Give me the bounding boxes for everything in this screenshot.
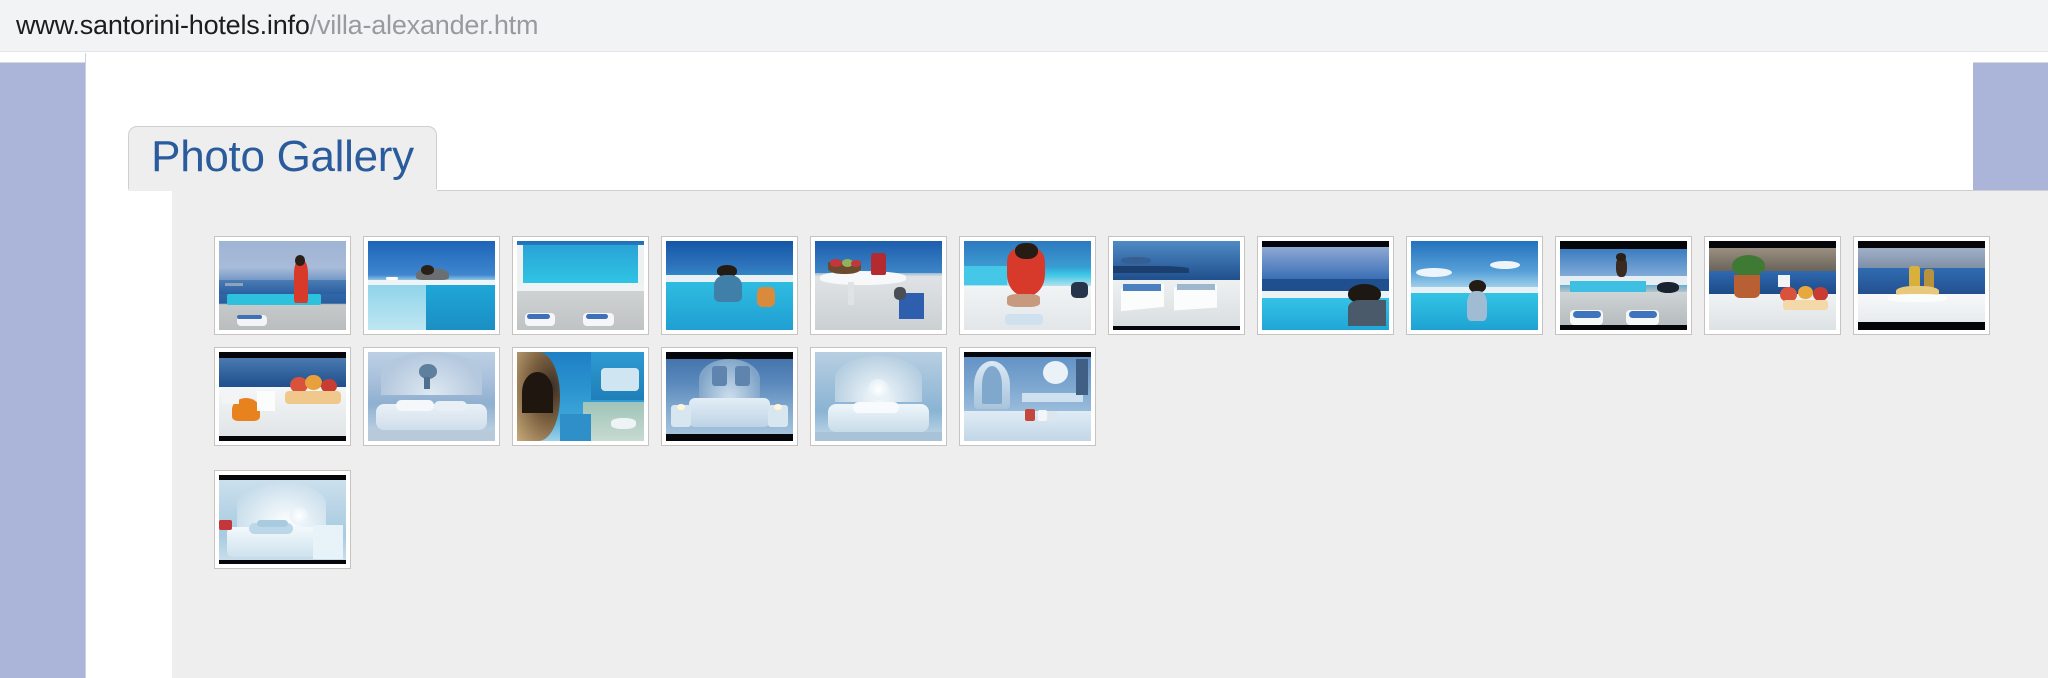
tab-panel-joint <box>128 189 437 191</box>
page-background: Photo Gallery <box>0 53 2048 678</box>
thumbnail-image-8 <box>1262 241 1389 330</box>
thumbnail-image-14 <box>368 352 495 441</box>
thumbnail-grid <box>214 236 2014 569</box>
thumbnail-image-17 <box>815 352 942 441</box>
gallery-thumbnail[interactable] <box>512 347 649 446</box>
thumbnail-image-5 <box>815 241 942 330</box>
gallery-thumbnail[interactable] <box>512 236 649 335</box>
gallery-thumbnail[interactable] <box>661 347 798 446</box>
gallery-thumbnail[interactable] <box>1555 236 1692 335</box>
thumbnail-image-10 <box>1560 241 1687 330</box>
gallery-thumbnail[interactable] <box>1853 236 1990 335</box>
thumbnail-image-15 <box>517 352 644 441</box>
thumbnail-image-13 <box>219 352 346 441</box>
thumbnail-image-11 <box>1709 241 1836 330</box>
tab-photo-gallery[interactable]: Photo Gallery <box>128 126 437 191</box>
thumbnail-image-4 <box>666 241 793 330</box>
thumbnail-image-3 <box>517 241 644 330</box>
thumbnail-image-2 <box>368 241 495 330</box>
gallery-panel <box>172 190 2048 678</box>
url-domain: www.santorini-hotels.info <box>16 10 310 40</box>
url-path: /villa-alexander.htm <box>309 10 539 40</box>
gallery-thumbnail[interactable] <box>214 470 351 569</box>
tab-label: Photo Gallery <box>151 132 414 181</box>
thumbnail-image-18 <box>964 352 1091 441</box>
gallery-thumbnail[interactable] <box>959 236 1096 335</box>
thumbnail-image-7 <box>1113 241 1240 330</box>
gallery-thumbnail[interactable] <box>810 347 947 446</box>
gallery-thumbnail[interactable] <box>363 236 500 335</box>
gallery-thumbnail[interactable] <box>959 347 1096 446</box>
gallery-thumbnail[interactable] <box>661 236 798 335</box>
thumbnail-image-9 <box>1411 241 1538 330</box>
gallery-thumbnail[interactable] <box>363 347 500 446</box>
gallery-thumbnail[interactable] <box>810 236 947 335</box>
browser-url-bar[interactable]: www.santorini-hotels.info/villa-alexande… <box>0 0 2048 52</box>
thumbnail-image-12 <box>1858 241 1985 330</box>
gallery-thumbnail[interactable] <box>1704 236 1841 335</box>
thumbnail-image-16 <box>666 352 793 441</box>
gallery-thumbnail[interactable] <box>1257 236 1394 335</box>
thumbnail-image-6 <box>964 241 1091 330</box>
gallery-thumbnail[interactable] <box>214 347 351 446</box>
gallery-thumbnail[interactable] <box>1108 236 1245 335</box>
thumbnail-image-19 <box>219 475 346 564</box>
gallery-thumbnail[interactable] <box>1406 236 1543 335</box>
gallery-thumbnail[interactable] <box>214 236 351 335</box>
thumbnail-image-1 <box>219 241 346 330</box>
url-text: www.santorini-hotels.info/villa-alexande… <box>16 10 538 41</box>
